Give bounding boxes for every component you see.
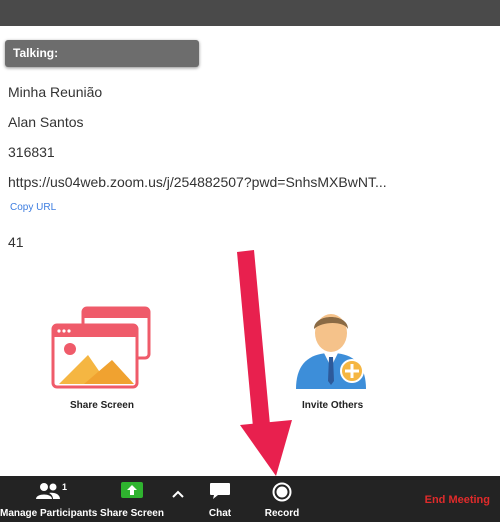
meeting-toolbar: 1 Manage Participants Share Screen Chat … — [0, 476, 500, 522]
share-screen-button[interactable]: Share Screen — [100, 476, 164, 522]
record-button[interactable]: Record — [258, 476, 306, 522]
record-label: Record — [264, 508, 300, 519]
annotation-arrow — [237, 250, 292, 476]
participants-icon — [36, 483, 60, 499]
end-meeting-button[interactable]: End Meeting — [425, 494, 490, 506]
chat-label: Chat — [208, 508, 232, 519]
record-icon — [272, 482, 292, 502]
share-screen-arrow-icon — [121, 482, 143, 498]
share-options-caret[interactable] — [168, 476, 188, 522]
chat-button[interactable]: Chat — [198, 476, 242, 522]
chevron-up-icon — [172, 490, 184, 498]
manage-participants-button[interactable]: 1 Manage Participants — [0, 476, 98, 522]
share-screen-label: Share Screen — [100, 508, 164, 519]
chat-icon — [210, 483, 230, 499]
participants-count-badge: 1 — [62, 482, 68, 492]
manage-participants-label: Manage Participants — [0, 508, 98, 519]
